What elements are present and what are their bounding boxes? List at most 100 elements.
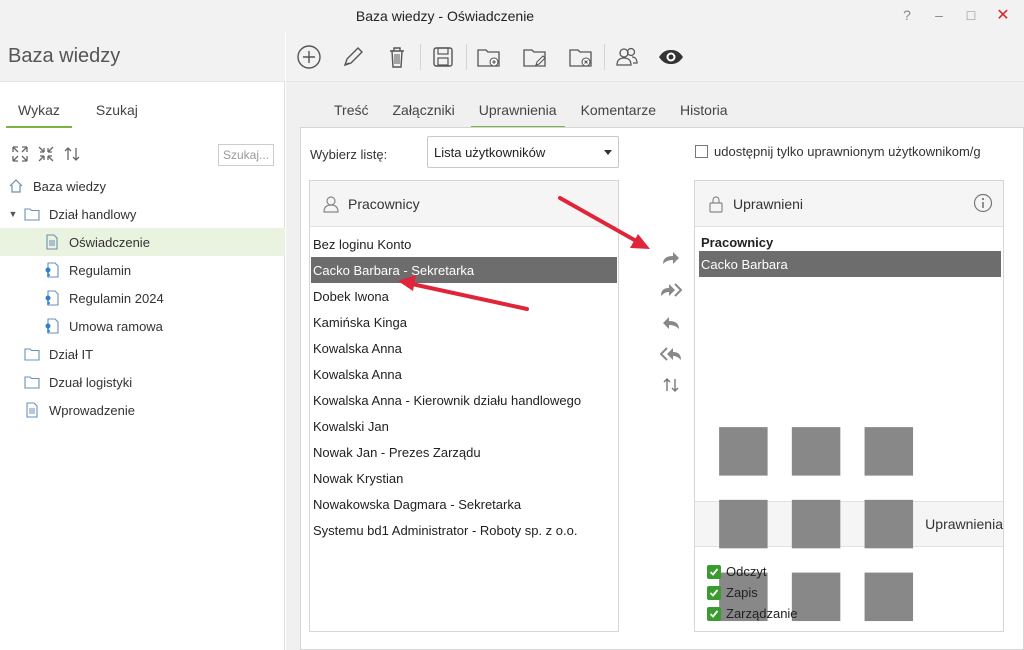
list-item[interactable]: Kowalska Anna <box>311 361 617 387</box>
list-item[interactable]: Nowakowska Dagmara - Sekretarka <box>311 491 617 517</box>
permission-manage[interactable]: Zarządzanie <box>707 603 798 624</box>
new-folder-button[interactable] <box>474 42 504 72</box>
tree-item-document[interactable]: Regulamin 2024 <box>0 284 285 312</box>
document-key-icon <box>45 290 59 306</box>
authorized-title: Uprawnieni <box>733 195 804 212</box>
minimize-button[interactable]: – <box>926 4 952 26</box>
employees-header: Pracownicy <box>310 181 618 227</box>
preview-button[interactable] <box>656 42 686 72</box>
window-controls: ? – □ ✕ <box>894 4 1016 26</box>
info-icon[interactable] <box>973 193 993 213</box>
lock-icon <box>709 195 723 213</box>
list-item[interactable]: Kowalska Anna <box>311 335 617 361</box>
list-item[interactable]: Nowak Jan - Prezes Zarządu <box>311 439 617 465</box>
permission-read[interactable]: Odczyt <box>707 561 798 582</box>
add-selected-button[interactable] <box>659 247 683 269</box>
help-button[interactable]: ? <box>894 4 920 26</box>
choose-list-label: Wybierz listę: <box>310 147 388 162</box>
share-checkbox[interactable] <box>695 144 708 158</box>
arrow-left-icon <box>663 317 679 329</box>
list-item[interactable]: Dobek Iwona <box>311 283 617 309</box>
tree-item-document[interactable]: Regulamin <box>0 256 285 284</box>
delete-button[interactable] <box>382 42 412 72</box>
remove-selected-button[interactable] <box>659 312 683 334</box>
permission-label: Odczyt <box>726 564 767 579</box>
list-item[interactable]: Kowalska Anna - Kierownik działu handlow… <box>311 387 617 413</box>
delete-folder-button[interactable] <box>566 42 596 72</box>
add-icon <box>297 45 321 69</box>
document-icon <box>26 402 38 418</box>
sync-icon <box>663 378 679 392</box>
checkbox-checked[interactable] <box>707 585 721 600</box>
maximize-button[interactable]: □ <box>958 4 984 26</box>
list-item-selected[interactable]: Cacko Barbara <box>699 251 1001 277</box>
tab-uprawnienia[interactable]: Uprawnienia <box>470 102 565 128</box>
list-item-selected[interactable]: Cacko Barbara - Sekretarka <box>311 257 617 283</box>
toolbar-separator <box>420 44 421 70</box>
tab-zalaczniki[interactable]: Załączniki <box>392 102 454 128</box>
tab-wykaz[interactable]: Wykaz <box>6 100 72 128</box>
folder-icon <box>24 208 40 221</box>
app-title: Baza wiedzy <box>8 45 121 67</box>
dropdown-arrow-icon <box>604 150 612 155</box>
add-all-button[interactable] <box>659 279 683 301</box>
tree-item-document[interactable]: Wprowadzenie <box>0 396 285 424</box>
tree-item-folder[interactable]: ▼ Dział handlowy <box>0 200 285 228</box>
toolbar-separator <box>466 44 467 70</box>
check-icon <box>709 588 719 597</box>
tree-item-label: Oświadczenie <box>69 234 150 250</box>
list-item[interactable]: Bez loginu Konto <box>311 231 617 257</box>
document-key-icon <box>45 318 59 334</box>
permission-write[interactable]: Zapis <box>707 582 798 603</box>
remove-all-button[interactable] <box>659 343 683 365</box>
tree-toolbar: Szukaj... <box>8 144 276 168</box>
document-tabs: Treść Załączniki Uprawnienia Komentarze … <box>334 102 728 128</box>
permission-label: Zapis <box>726 585 758 600</box>
list-item[interactable]: Kowalski Jan <box>311 413 617 439</box>
edit-button[interactable] <box>338 42 368 72</box>
sync-button[interactable] <box>659 374 683 396</box>
edit-folder-button[interactable] <box>520 42 550 72</box>
close-button[interactable]: ✕ <box>990 4 1016 26</box>
tree-item-label: Regulamin <box>69 262 132 278</box>
users-button[interactable] <box>612 42 642 72</box>
tree-item-root[interactable]: Baza wiedzy <box>0 172 285 200</box>
tree-item-label: Umowa ramowa <box>69 318 163 334</box>
list-item[interactable]: Kamińska Kinga <box>311 309 617 335</box>
tab-tresc[interactable]: Treść <box>334 102 368 128</box>
share-label: udostępnij tylko uprawnionym użytkowniko… <box>714 143 981 159</box>
tree-search-input[interactable]: Szukaj... <box>218 144 274 166</box>
sidebar-header: Baza wiedzy <box>0 32 285 82</box>
tab-szukaj[interactable]: Szukaj <box>96 100 138 128</box>
expand-all-button[interactable] <box>10 144 32 166</box>
tree-item-document[interactable]: Umowa ramowa <box>0 312 285 340</box>
user-icon <box>323 195 339 213</box>
main-toolbar <box>286 32 1024 82</box>
refresh-tree-button[interactable] <box>62 144 84 166</box>
tree-item-folder[interactable]: Dział IT <box>0 340 285 368</box>
tab-historia[interactable]: Historia <box>680 102 727 128</box>
permissions-title: Uprawnienia <box>925 516 1003 532</box>
users-icon <box>616 47 638 66</box>
expand-icon <box>12 146 28 162</box>
authorized-list: Pracownicy Cacko Barbara <box>699 235 1001 277</box>
double-arrow-left-icon <box>660 347 681 361</box>
checkbox-checked[interactable] <box>707 606 721 621</box>
save-button[interactable] <box>428 42 458 72</box>
collapse-all-button[interactable] <box>36 144 58 166</box>
list-item[interactable]: Systemu bd1 Administrator - Roboty sp. z… <box>311 517 617 543</box>
title-bar: Baza wiedzy - Oświadczenie ? – □ ✕ <box>0 0 1024 32</box>
list-select[interactable]: Lista użytkowników <box>427 136 619 168</box>
tree-item-document-selected[interactable]: Oświadczenie <box>0 228 285 256</box>
checkbox-checked[interactable] <box>707 564 721 579</box>
tab-komentarze[interactable]: Komentarze <box>581 102 656 128</box>
caret-down-icon[interactable]: ▼ <box>8 209 18 219</box>
collapse-icon <box>38 146 54 162</box>
delete-folder-icon <box>569 49 592 67</box>
employees-title: Pracownicy <box>348 195 420 212</box>
list-item[interactable]: Nowak Krystian <box>311 465 617 491</box>
preview-icon <box>659 50 683 64</box>
share-option[interactable]: udostępnij tylko uprawnionym użytkowniko… <box>695 141 1024 161</box>
add-button[interactable] <box>294 42 324 72</box>
tree-item-folder[interactable]: Dzuał logistyki <box>0 368 285 396</box>
